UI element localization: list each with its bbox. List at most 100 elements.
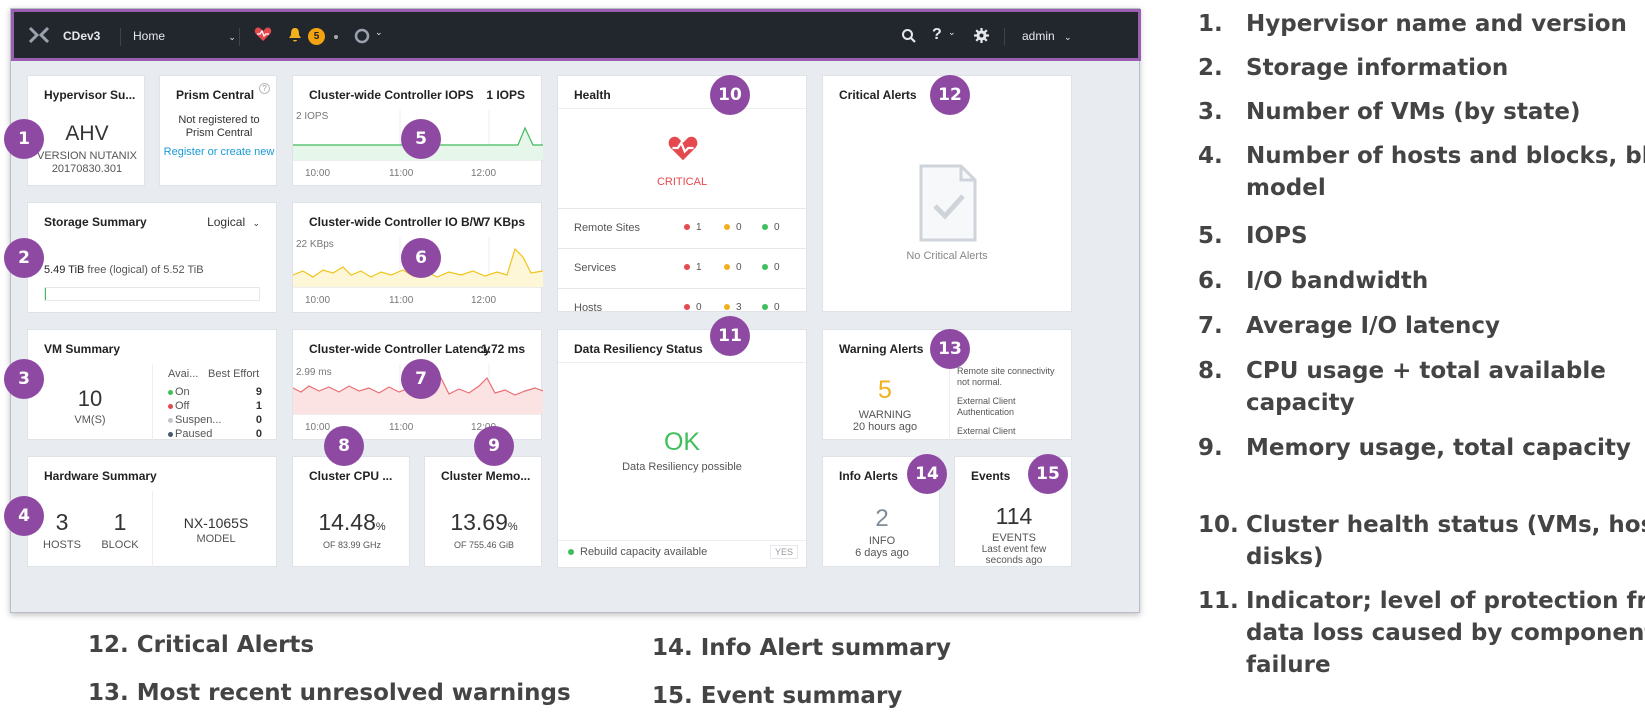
blocks-count: 1 — [113, 509, 127, 535]
warning-item[interactable]: External Client — [957, 426, 1069, 437]
widget-title: Cluster-wide Controller Latency — [309, 342, 491, 356]
callout-badge: 13 — [930, 329, 970, 369]
callout-badge: 6 — [401, 238, 441, 278]
ok-count: 0 — [774, 262, 780, 273]
cluster-name: CDev3 — [63, 29, 101, 43]
bell-icon[interactable] — [288, 27, 302, 46]
x-tick: 10:00 — [305, 295, 331, 306]
events-count: 114 — [995, 503, 1033, 529]
storage-summary-widget[interactable]: Storage Summary Logical ⌄ 5.49 TiB free … — [27, 202, 277, 313]
warning-label: WARNING — [858, 409, 912, 421]
hypervisor-summary-widget[interactable]: Hypervisor Su... AHV VERSION NUTANIX 201… — [27, 75, 145, 186]
row-label: Remote Sites — [574, 222, 641, 234]
iops-value: 1 IOPS — [486, 88, 525, 102]
help-icon[interactable]: ? — [932, 26, 942, 44]
widget-title: Prism Central — [176, 88, 255, 102]
cpu-usage: 14.48% — [293, 509, 411, 536]
gear-icon[interactable] — [973, 27, 990, 47]
critical-count: 1 — [696, 262, 702, 273]
cpu-usage-unit: % — [375, 521, 386, 533]
storage-free-text: 5.49 TiB free (logical) of 5.52 TiB — [44, 264, 204, 276]
right-legend: 1. Hypervisor name and version 2. Storage … — [1198, 11, 1645, 678]
callout-badge: 4 — [4, 496, 44, 536]
footer-label: Rebuild capacity available — [580, 546, 708, 558]
warning-time: 20 hours ago — [852, 421, 918, 433]
view-selector[interactable]: Home ⌄ — [133, 29, 236, 43]
vm-column-header: Best Effort — [208, 368, 260, 380]
cpu-capacity: OF 83.99 GHz — [322, 540, 382, 550]
cluster-cpu-widget[interactable]: Cluster CPU ... 14.48% OF 83.99 GHz — [292, 456, 410, 567]
health-row-remote-sites[interactable]: Remote Sites 1 0 0 — [558, 208, 806, 246]
io-bandwidth-value: 7 KBps — [483, 215, 525, 229]
nutanix-logo-icon[interactable] — [28, 26, 50, 47]
top-navigation-bar: CDev3 Home ⌄ 5 ⌄ ? ⌄ admin ⌄ — [11, 9, 1141, 61]
callout-badge: 10 — [710, 75, 750, 115]
x-tick: 11:00 — [389, 168, 414, 179]
dropdown-label: Logical — [207, 215, 246, 229]
ok-count: 0 — [774, 302, 780, 313]
callout-badge: 5 — [401, 119, 441, 159]
events-time: Last event few seconds ago — [981, 544, 1047, 566]
register-link[interactable]: Register or create new — [160, 146, 278, 158]
warning-count: 0 — [736, 222, 742, 233]
heart-health-icon[interactable] — [254, 26, 272, 45]
memory-usage-value: 13.69 — [450, 509, 508, 535]
row-label: Hosts — [574, 302, 603, 314]
x-tick: 10:00 — [305, 168, 331, 179]
callout-badge: 8 — [324, 426, 364, 466]
data-resiliency-widget[interactable]: Data Resiliency Status OK Data Resilienc… — [557, 329, 807, 568]
storage-usage-bar — [44, 287, 260, 301]
row-label: Services — [574, 262, 617, 274]
ok-count: 0 — [774, 222, 780, 233]
vm-column-header: Avai... — [168, 368, 199, 380]
vm-state-value: 0 — [255, 414, 262, 426]
widget-title: Data Resiliency Status — [574, 342, 703, 356]
search-icon[interactable] — [901, 28, 917, 47]
events-label: EVENTS — [991, 532, 1036, 544]
health-row-hosts[interactable]: Hosts 0 3 0 — [558, 288, 806, 314]
vm-state-row: Paused — [168, 428, 212, 440]
memory-capacity: OF 755.46 GiB — [453, 540, 515, 550]
chevron-down-icon[interactable]: ⌄ — [948, 27, 956, 38]
help-icon[interactable]: ? — [259, 83, 270, 94]
vm-state-row: On — [168, 386, 190, 398]
cluster-memory-widget[interactable]: Cluster Memo... 13.69% OF 755.46 GiB — [424, 456, 542, 567]
vm-summary-widget[interactable]: VM Summary 10 VM(S) Avai... Best Effort … — [27, 329, 277, 440]
view-selector-label: Home — [133, 29, 166, 43]
chevron-down-icon: ⌄ — [252, 218, 260, 228]
widget-title: Hypervisor Su... — [44, 88, 136, 102]
vm-count: 10 — [77, 386, 103, 411]
x-tick: 12:00 — [471, 168, 497, 179]
widget-title: Info Alerts — [839, 469, 898, 483]
warning-item[interactable]: External Client Authentication — [957, 396, 1069, 418]
vm-state-row: Suspen... — [168, 414, 221, 426]
document-check-icon — [917, 162, 979, 249]
latency-value: 1.72 ms — [480, 342, 525, 356]
widget-title: Hardware Summary — [44, 469, 157, 483]
alerts-dot-icon — [334, 35, 338, 39]
widget-title: VM Summary — [44, 342, 121, 356]
heart-health-icon — [667, 134, 699, 167]
chevron-down-icon[interactable]: ⌄ — [375, 27, 383, 38]
hardware-summary-widget[interactable]: Hardware Summary 3 HOSTS 1 BLOCK NX-1065… — [27, 456, 277, 567]
health-row-services[interactable]: Services 1 0 0 — [558, 248, 806, 286]
warning-item[interactable]: Remote site connectivity not normal. — [957, 366, 1069, 388]
storage-free-value: 5.49 TiB — [44, 264, 85, 276]
callout-badge: 15 — [1028, 454, 1068, 494]
x-tick: 10:00 — [305, 422, 331, 433]
vm-state-value: 0 — [255, 428, 262, 440]
critical-count: 1 — [696, 222, 702, 233]
storage-mode-dropdown[interactable]: Logical ⌄ — [207, 215, 260, 229]
health-widget[interactable]: Health CRITICAL Remote Sites 1 0 0 Servi… — [557, 75, 807, 314]
callout-badge: 1 — [4, 119, 44, 159]
vm-state-value: 1 — [255, 400, 262, 412]
task-status-icon[interactable] — [354, 28, 370, 47]
callout-badge: 12 — [930, 75, 970, 115]
user-menu[interactable]: admin ⌄ — [1022, 29, 1072, 43]
prism-central-widget[interactable]: Prism Central ? Not registered to Prism … — [159, 75, 277, 186]
dashboard-screenshot: CDev3 Home ⌄ 5 ⌄ ? ⌄ admin ⌄ Hypervisor … — [4, 8, 1141, 613]
resiliency-footer-tag: YES — [769, 545, 798, 559]
blocks-label: BLOCK — [101, 539, 139, 551]
warning-count: 5 — [878, 376, 892, 404]
warning-count: 0 — [736, 262, 742, 273]
